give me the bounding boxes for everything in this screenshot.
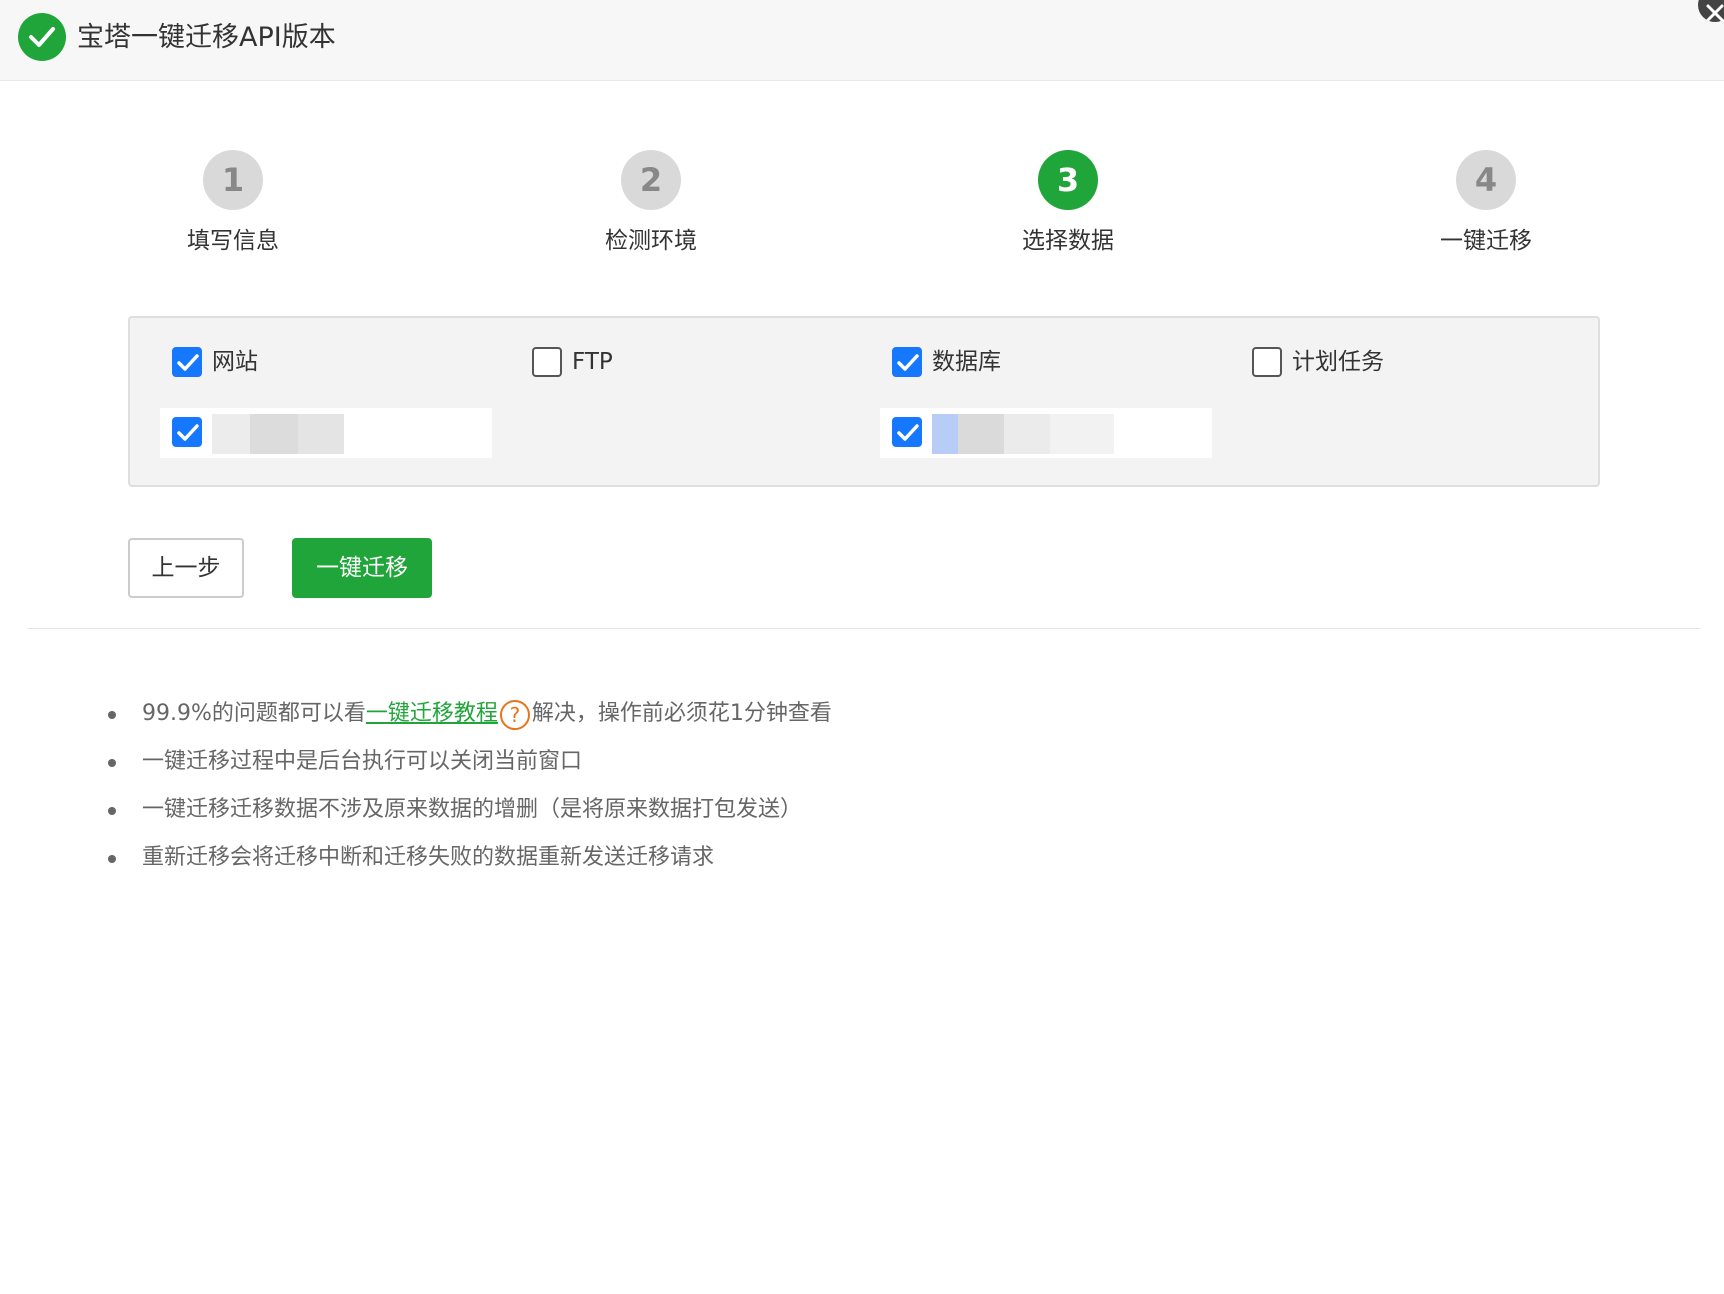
step-4: 4 一键迁移	[1386, 150, 1586, 257]
redacted-name	[250, 414, 298, 454]
category-cron[interactable]: 计划任务	[1252, 346, 1384, 378]
window-title: 宝塔一键迁移API版本	[77, 22, 336, 53]
step-3: 3 选择数据	[968, 150, 1168, 257]
cron-checkbox[interactable]	[1252, 347, 1282, 377]
database-checkbox[interactable]	[892, 347, 922, 377]
database-label: 数据库	[932, 349, 1001, 375]
prev-step-button[interactable]: 上一步	[128, 538, 244, 598]
step-2-number: 2	[621, 150, 681, 210]
database-item[interactable]	[880, 408, 1212, 458]
list-item: 99.9%的问题都可以看一键迁移教程? 解决，操作前必须花1分钟查看	[100, 694, 832, 742]
cron-label: 计划任务	[1292, 349, 1384, 375]
step-2-label: 检测环境	[605, 228, 697, 254]
step-4-label: 一键迁移	[1440, 228, 1532, 254]
step-indicator: 1 填写信息 2 检测环境 3 选择数据 4 一键迁移	[0, 150, 1724, 280]
list-item: 一键迁移迁移数据不涉及原来数据的增删（是将原来数据打包发送）	[100, 790, 832, 838]
data-selection-panel: 网站 FTP 数据库 计划任务	[128, 316, 1600, 487]
divider	[27, 628, 1701, 629]
step-2: 2 检测环境	[551, 150, 751, 257]
category-database[interactable]: 数据库	[892, 346, 1001, 378]
redacted-name	[1050, 414, 1114, 454]
list-item: 重新迁移会将迁移中断和迁移失败的数据重新发送迁移请求	[100, 838, 832, 886]
website-item[interactable]	[160, 408, 492, 458]
help-icon[interactable]: ?	[499, 700, 530, 730]
step-3-number: 3	[1038, 150, 1098, 210]
step-1: 1 填写信息	[133, 150, 333, 257]
redacted-name	[298, 414, 344, 454]
redacted-name	[958, 414, 1004, 454]
step-4-number: 4	[1456, 150, 1516, 210]
database-item-checkbox[interactable]	[892, 417, 922, 447]
step-1-number: 1	[203, 150, 263, 210]
website-item-checkbox[interactable]	[172, 417, 202, 447]
tip-1-text-after: 解决，操作前必须花1分钟查看	[531, 701, 832, 726]
website-label: 网站	[212, 349, 258, 375]
category-ftp[interactable]: FTP	[532, 346, 613, 378]
step-1-label: 填写信息	[187, 228, 279, 254]
category-website[interactable]: 网站	[172, 346, 258, 378]
window-titlebar: 宝塔一键迁移API版本	[0, 0, 1724, 81]
tip-1-text: 99.9%的问题都可以看	[142, 701, 366, 726]
step-3-label: 选择数据	[1022, 228, 1114, 254]
tutorial-link[interactable]: 一键迁移教程	[366, 701, 498, 726]
ftp-checkbox[interactable]	[532, 347, 562, 377]
ftp-label: FTP	[572, 349, 613, 375]
list-item: 一键迁移过程中是后台执行可以关闭当前窗口	[100, 742, 832, 790]
website-checkbox[interactable]	[172, 347, 202, 377]
tips-list: 99.9%的问题都可以看一键迁移教程? 解决，操作前必须花1分钟查看 一键迁移过程…	[100, 694, 832, 886]
redacted-name	[212, 414, 250, 454]
start-migration-button[interactable]: 一键迁移	[292, 538, 432, 598]
check-circle-icon	[18, 13, 66, 61]
redacted-name	[932, 414, 958, 454]
redacted-name	[1004, 414, 1050, 454]
